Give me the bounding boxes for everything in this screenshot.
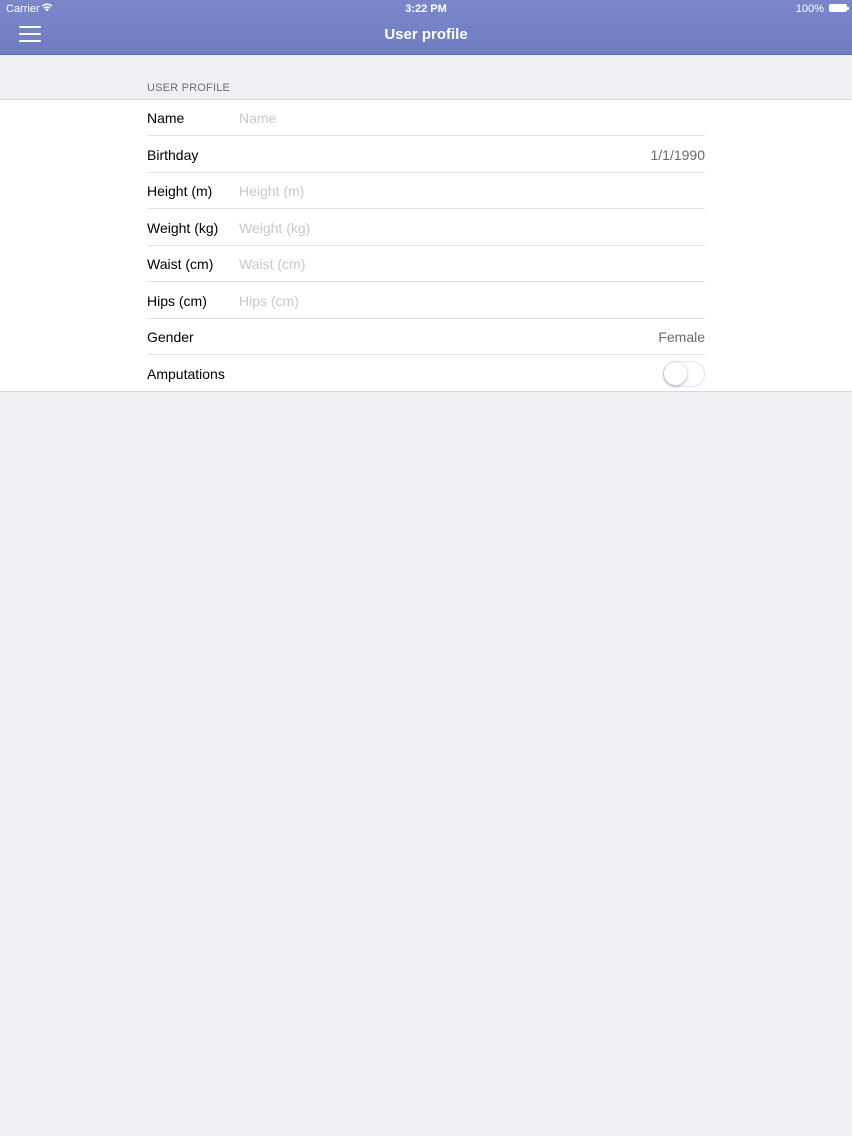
battery-icon (829, 4, 849, 12)
navigation-bar: Carrier 3:22 PM 100% User profile (0, 0, 852, 55)
gender-value[interactable]: Female (658, 329, 705, 345)
weight-label: Weight (kg) (147, 219, 219, 236)
amputations-row: Amputations (147, 356, 705, 392)
weight-row: Weight (kg) (147, 210, 705, 246)
waist-label: Waist (cm) (147, 256, 214, 272)
amputations-label: Amputations (147, 365, 225, 382)
birthday-label: Birthday (147, 146, 199, 163)
page-title: User profile (384, 26, 468, 43)
height-input[interactable] (239, 181, 699, 201)
battery-percentage: 100% (795, 3, 824, 15)
waist-input[interactable] (239, 254, 699, 274)
hips-label: Hips (cm) (147, 292, 207, 309)
user-profile-table: Name Birthday 1/1/1990 Height (m) Weight… (0, 99, 852, 392)
name-input[interactable] (239, 108, 699, 128)
weight-input[interactable] (239, 217, 699, 238)
birthday-row[interactable]: Birthday 1/1/1990 (147, 137, 705, 173)
toggle-knob (664, 361, 687, 385)
name-row: Name (147, 100, 705, 136)
waist-row: Waist (cm) (147, 246, 705, 282)
gender-label: Gender (147, 329, 194, 345)
hips-input[interactable] (239, 290, 699, 311)
height-row: Height (m) (147, 173, 705, 209)
gender-row[interactable]: Gender Female (147, 319, 705, 355)
amputations-toggle[interactable] (663, 360, 705, 387)
name-label: Name (147, 110, 185, 126)
height-label: Height (m) (147, 183, 213, 199)
hips-row: Hips (cm) (147, 283, 705, 319)
status-bar: Carrier 3:22 PM 100% (0, 0, 852, 18)
status-time: 3:22 PM (405, 3, 447, 15)
section-header: USER PROFILE (147, 82, 231, 94)
birthday-value[interactable]: 1/1/1990 (651, 147, 706, 163)
